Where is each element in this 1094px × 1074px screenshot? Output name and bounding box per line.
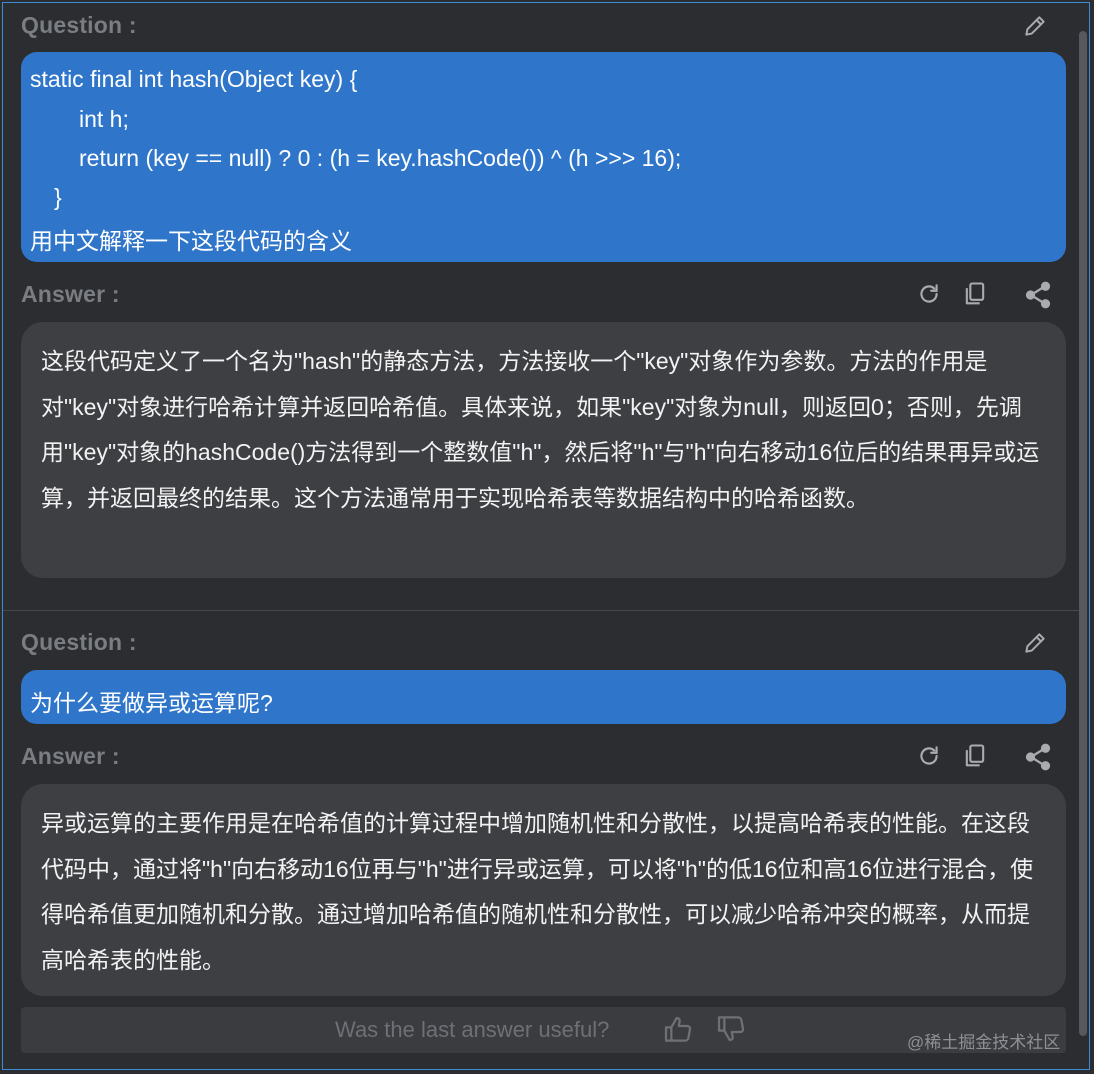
refresh-icon[interactable]: [916, 743, 942, 769]
question-label: Question :: [21, 12, 137, 38]
chat-window: Question : static final int hash(Object …: [2, 2, 1090, 1070]
code-line: return (key == null) ? 0 : (h = key.hash…: [79, 145, 682, 171]
code-line: }: [54, 184, 62, 210]
thumbs-up-icon[interactable]: [662, 1014, 694, 1046]
feedback-prompt: Was the last answer useful?: [335, 1017, 610, 1042]
answer-label: Answer :: [21, 743, 120, 769]
question-bubble: 为什么要做异或运算呢?: [21, 670, 1066, 724]
share-icon[interactable]: [1023, 742, 1053, 772]
pencil-icon[interactable]: [1022, 13, 1048, 39]
copy-icon[interactable]: [961, 280, 989, 308]
refresh-icon[interactable]: [916, 281, 942, 307]
code-line: static final int hash(Object key) {: [30, 66, 358, 92]
answer-label: Answer :: [21, 281, 120, 307]
scrollbar[interactable]: [1079, 31, 1087, 1036]
code-line: int h;: [79, 106, 129, 132]
watermark: @稀土掘金技术社区: [907, 1033, 1061, 1052]
copy-icon[interactable]: [961, 742, 989, 770]
answer-bubble: 异或运算的主要作用是在哈希值的计算过程中增加随机性和分散性，以提高哈希表的性能。…: [21, 784, 1066, 996]
question-text: 为什么要做异或运算呢?: [30, 690, 273, 716]
divider: [3, 610, 1083, 611]
question-label: Question :: [21, 629, 137, 655]
answer-bubble: 这段代码定义了一个名为"hash"的静态方法，方法接收一个"key"对象作为参数…: [21, 322, 1066, 578]
thumbs-down-icon[interactable]: [715, 1012, 747, 1044]
pencil-icon[interactable]: [1022, 630, 1048, 656]
question-text: 用中文解释一下这段代码的含义: [30, 228, 352, 254]
question-bubble: static final int hash(Object key) { int …: [21, 52, 1066, 262]
share-icon[interactable]: [1023, 280, 1053, 310]
